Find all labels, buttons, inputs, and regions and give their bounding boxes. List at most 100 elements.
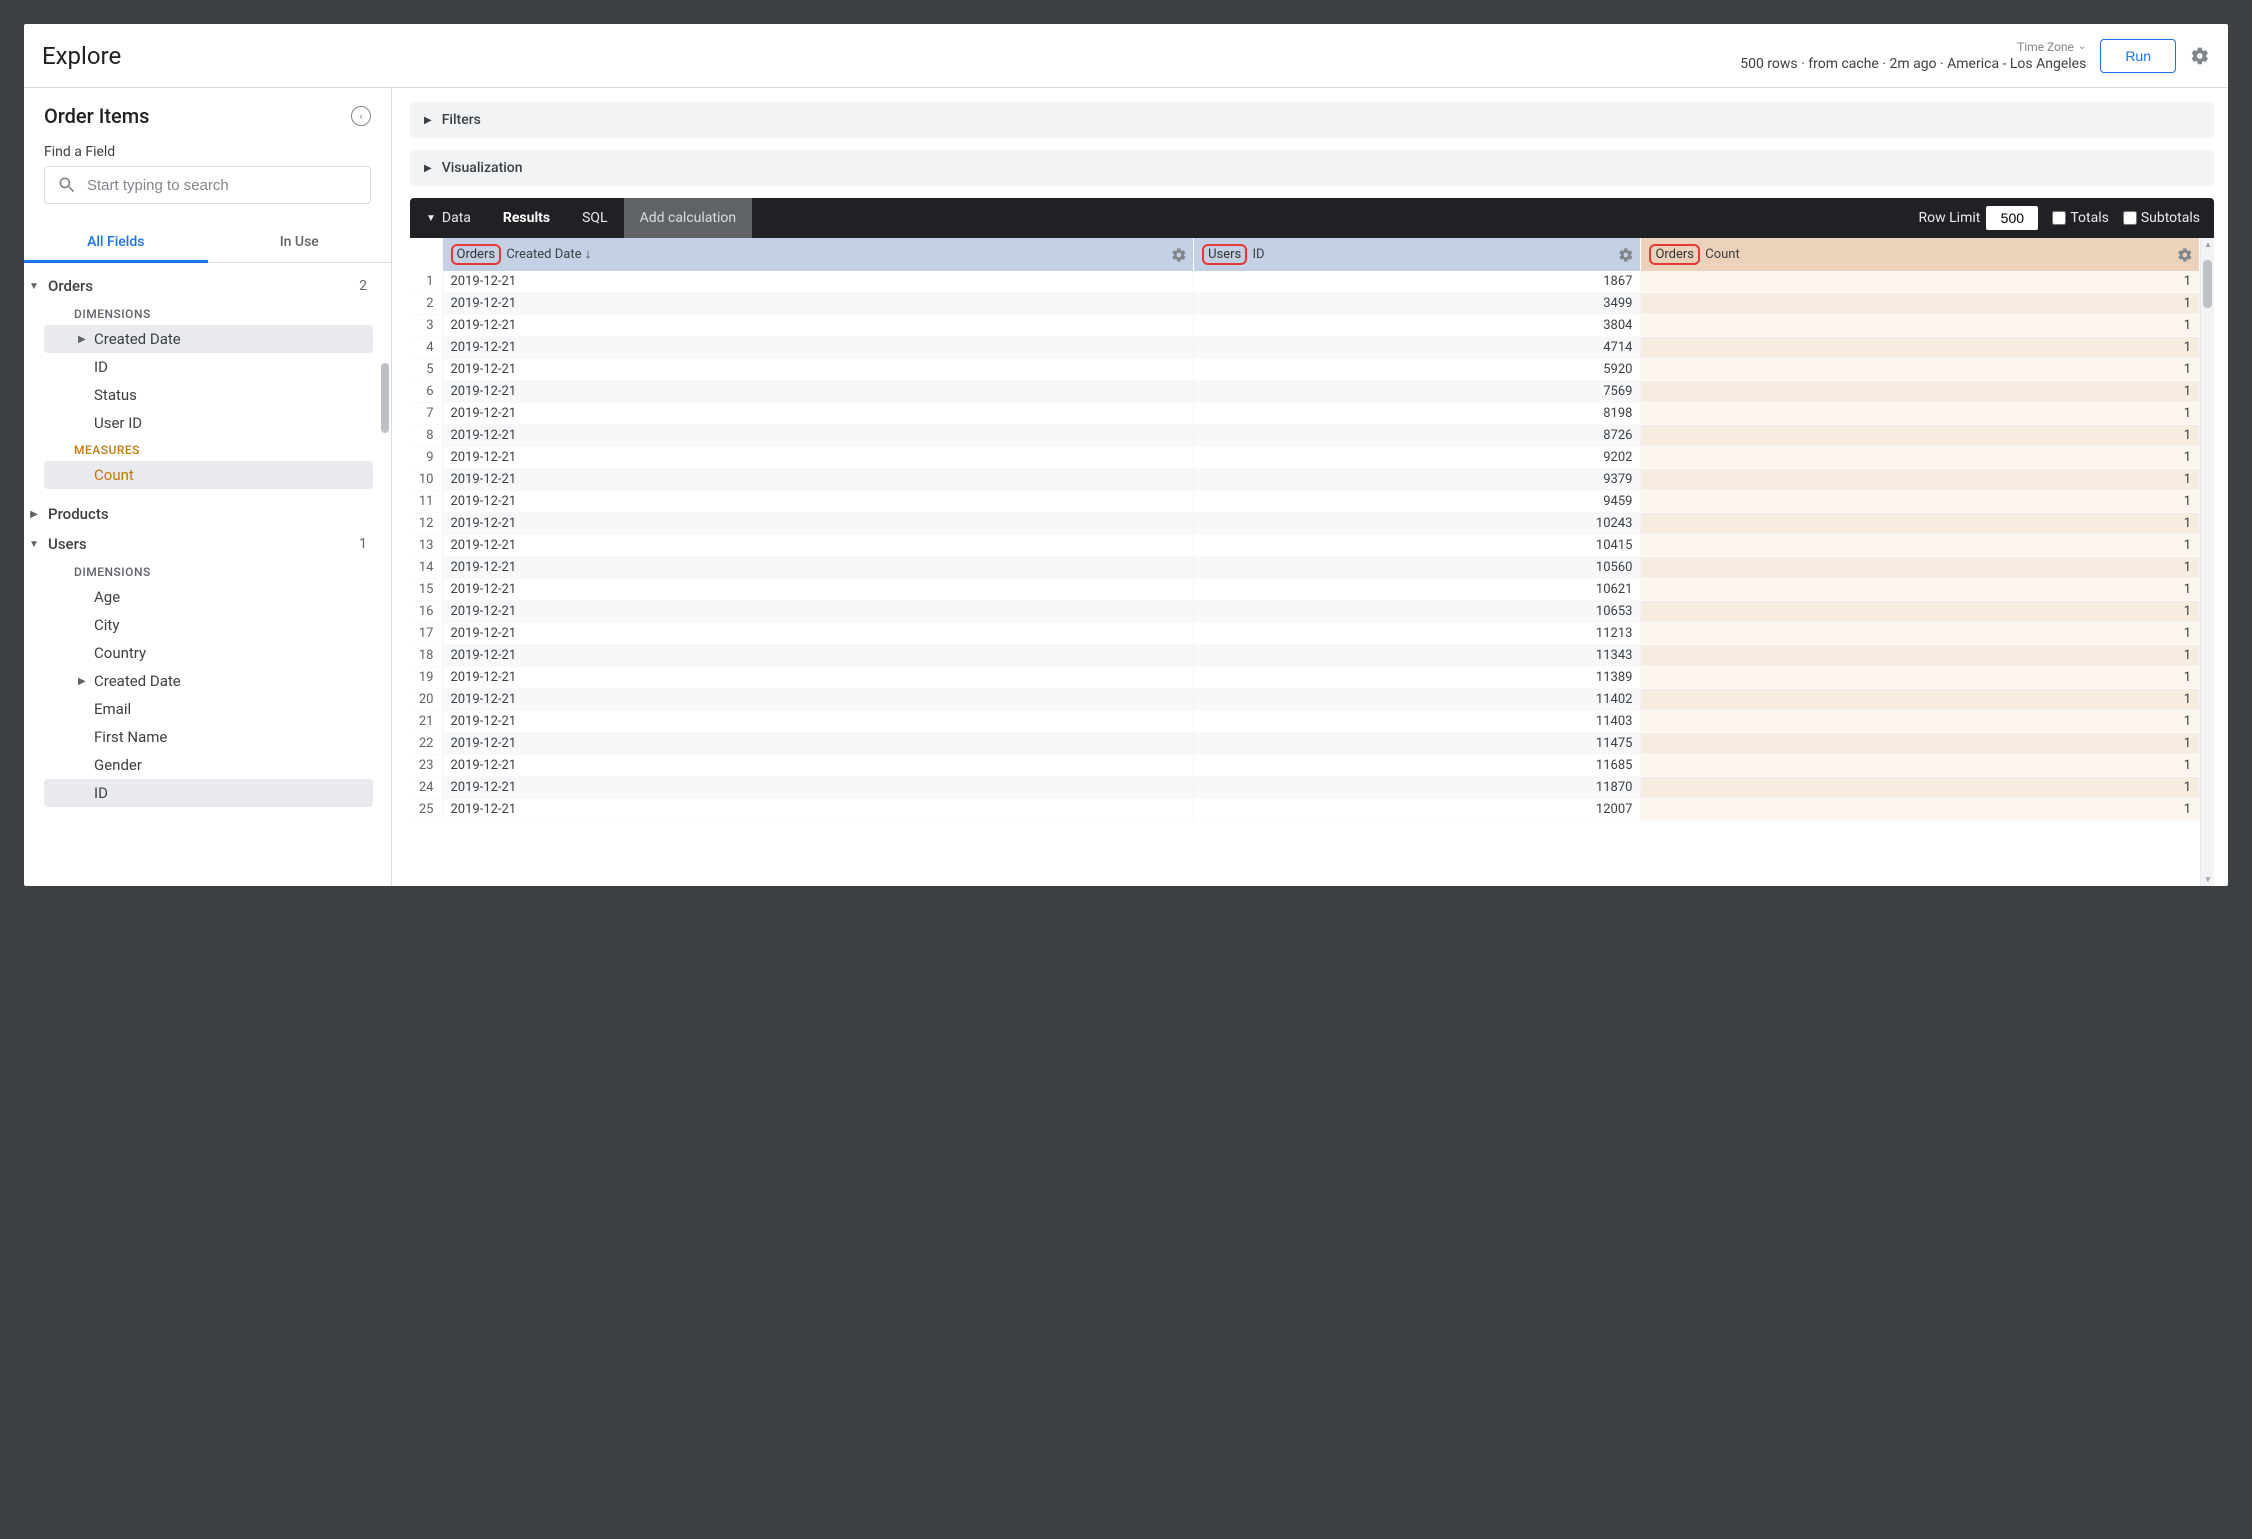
data-toggle[interactable]: ▼ Data	[410, 198, 487, 238]
results-scroll[interactable]: Orders Created Date ↓ Users ID	[410, 238, 2200, 886]
cell-created-date[interactable]: 2019-12-21	[442, 535, 1194, 557]
field-orders-id[interactable]: ID	[44, 353, 373, 381]
tab-results[interactable]: Results	[487, 198, 566, 238]
cell-user-id[interactable]: 9202	[1194, 447, 1641, 469]
cell-count[interactable]: 1	[1641, 447, 2200, 469]
tab-in-use[interactable]: In Use	[208, 222, 392, 262]
field-users-city[interactable]: City	[44, 611, 373, 639]
table-row[interactable]: 112019-12-2194591	[410, 491, 2200, 513]
field-users-created-date[interactable]: ▶Created Date	[44, 667, 373, 695]
cell-user-id[interactable]: 10243	[1194, 513, 1641, 535]
cell-user-id[interactable]: 11475	[1194, 733, 1641, 755]
cell-created-date[interactable]: 2019-12-21	[442, 425, 1194, 447]
field-users-country[interactable]: Country	[44, 639, 373, 667]
field-users-first-name[interactable]: First Name	[44, 723, 373, 751]
field-users-age[interactable]: Age	[44, 583, 373, 611]
cell-user-id[interactable]: 1867	[1194, 271, 1641, 293]
cell-created-date[interactable]: 2019-12-21	[442, 447, 1194, 469]
table-row[interactable]: 102019-12-2193791	[410, 469, 2200, 491]
cell-created-date[interactable]: 2019-12-21	[442, 491, 1194, 513]
cell-count[interactable]: 1	[1641, 689, 2200, 711]
cell-created-date[interactable]: 2019-12-21	[442, 711, 1194, 733]
table-row[interactable]: 172019-12-21112131	[410, 623, 2200, 645]
run-button[interactable]: Run	[2100, 39, 2176, 73]
table-row[interactable]: 142019-12-21105601	[410, 557, 2200, 579]
cell-count[interactable]: 1	[1641, 711, 2200, 733]
gear-icon[interactable]	[2190, 46, 2210, 66]
cell-created-date[interactable]: 2019-12-21	[442, 557, 1194, 579]
cell-count[interactable]: 1	[1641, 667, 2200, 689]
add-calculation-button[interactable]: Add calculation	[624, 198, 753, 238]
table-row[interactable]: 42019-12-2147141	[410, 337, 2200, 359]
table-row[interactable]: 132019-12-21104151	[410, 535, 2200, 557]
cell-user-id[interactable]: 9459	[1194, 491, 1641, 513]
cell-count[interactable]: 1	[1641, 755, 2200, 777]
cell-user-id[interactable]: 11870	[1194, 777, 1641, 799]
cell-count[interactable]: 1	[1641, 403, 2200, 425]
cell-count[interactable]: 1	[1641, 293, 2200, 315]
filters-section[interactable]: ▶ Filters	[410, 102, 2214, 138]
search-input-wrap[interactable]	[44, 166, 371, 204]
cell-user-id[interactable]: 11403	[1194, 711, 1641, 733]
table-row[interactable]: 232019-12-21116851	[410, 755, 2200, 777]
table-row[interactable]: 92019-12-2192021	[410, 447, 2200, 469]
cell-created-date[interactable]: 2019-12-21	[442, 799, 1194, 821]
field-orders-created-date[interactable]: ▶Created Date	[44, 325, 373, 353]
cell-count[interactable]: 1	[1641, 469, 2200, 491]
cell-user-id[interactable]: 8726	[1194, 425, 1641, 447]
cell-count[interactable]: 1	[1641, 337, 2200, 359]
table-row[interactable]: 122019-12-21102431	[410, 513, 2200, 535]
cell-user-id[interactable]: 7569	[1194, 381, 1641, 403]
cell-count[interactable]: 1	[1641, 799, 2200, 821]
cell-created-date[interactable]: 2019-12-21	[442, 381, 1194, 403]
cell-user-id[interactable]: 10415	[1194, 535, 1641, 557]
cell-user-id[interactable]: 9379	[1194, 469, 1641, 491]
subtotals-checkbox[interactable]: Subtotals	[2123, 210, 2200, 226]
cell-user-id[interactable]: 4714	[1194, 337, 1641, 359]
cell-created-date[interactable]: 2019-12-21	[442, 689, 1194, 711]
field-orders-count[interactable]: Count	[44, 461, 373, 489]
cell-created-date[interactable]: 2019-12-21	[442, 315, 1194, 337]
table-row[interactable]: 152019-12-21106211	[410, 579, 2200, 601]
table-row[interactable]: 72019-12-2181981	[410, 403, 2200, 425]
cell-user-id[interactable]: 5920	[1194, 359, 1641, 381]
timezone-selector[interactable]: Time Zone ⌄	[2017, 40, 2086, 54]
cell-created-date[interactable]: 2019-12-21	[442, 667, 1194, 689]
table-row[interactable]: 62019-12-2175691	[410, 381, 2200, 403]
results-scrollbar[interactable]: ▲ ▼	[2200, 238, 2214, 886]
cell-user-id[interactable]: 10653	[1194, 601, 1641, 623]
cell-count[interactable]: 1	[1641, 271, 2200, 293]
table-row[interactable]: 202019-12-21114021	[410, 689, 2200, 711]
cell-count[interactable]: 1	[1641, 623, 2200, 645]
sidebar-scrollbar[interactable]	[381, 363, 389, 433]
table-row[interactable]: 242019-12-21118701	[410, 777, 2200, 799]
collapse-sidebar-button[interactable]: ‹	[351, 106, 371, 126]
column-gear-icon[interactable]	[1171, 247, 1187, 263]
field-panel[interactable]: ▼ Orders 2 DIMENSIONS ▶Created Date ID S…	[24, 263, 391, 886]
table-row[interactable]: 222019-12-21114751	[410, 733, 2200, 755]
table-row[interactable]: 192019-12-21113891	[410, 667, 2200, 689]
cell-count[interactable]: 1	[1641, 601, 2200, 623]
tab-sql[interactable]: SQL	[566, 198, 623, 238]
cell-user-id[interactable]: 10560	[1194, 557, 1641, 579]
field-users-gender[interactable]: Gender	[44, 751, 373, 779]
cell-user-id[interactable]: 11389	[1194, 667, 1641, 689]
cell-user-id[interactable]: 11685	[1194, 755, 1641, 777]
scroll-thumb[interactable]	[2203, 260, 2212, 308]
search-input[interactable]	[87, 177, 358, 194]
visualization-section[interactable]: ▶ Visualization	[410, 150, 2214, 186]
table-row[interactable]: 252019-12-21120071	[410, 799, 2200, 821]
cell-created-date[interactable]: 2019-12-21	[442, 359, 1194, 381]
cell-user-id[interactable]: 8198	[1194, 403, 1641, 425]
cell-count[interactable]: 1	[1641, 425, 2200, 447]
cell-created-date[interactable]: 2019-12-21	[442, 579, 1194, 601]
cell-count[interactable]: 1	[1641, 513, 2200, 535]
view-products[interactable]: ▶ Products	[24, 499, 379, 529]
table-row[interactable]: 182019-12-21113431	[410, 645, 2200, 667]
cell-count[interactable]: 1	[1641, 315, 2200, 337]
table-row[interactable]: 82019-12-2187261	[410, 425, 2200, 447]
cell-created-date[interactable]: 2019-12-21	[442, 755, 1194, 777]
cell-user-id[interactable]: 11213	[1194, 623, 1641, 645]
cell-created-date[interactable]: 2019-12-21	[442, 601, 1194, 623]
cell-count[interactable]: 1	[1641, 579, 2200, 601]
